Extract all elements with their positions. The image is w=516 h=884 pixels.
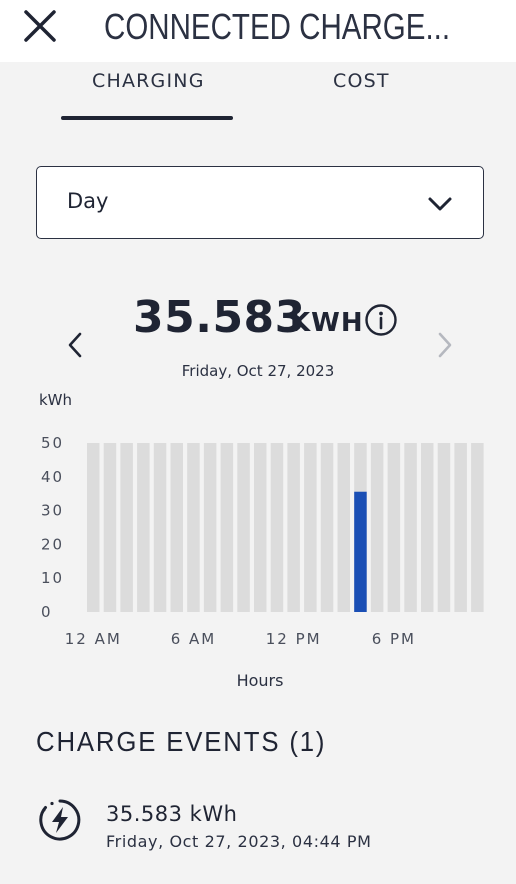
bar-background [153, 443, 167, 612]
chevron-left-icon [68, 332, 82, 358]
x-tick-label: 12 AM [65, 630, 122, 648]
tab-cost[interactable]: COST [333, 70, 390, 92]
energy-bar-chart: 50 40 30 20 10 0 12 AM 6 AM 12 PM 6 PM [41, 434, 484, 648]
bar-background [437, 443, 451, 612]
info-button[interactable] [364, 303, 398, 337]
x-tick-label: 6 PM [372, 630, 416, 648]
y-tick-label: 10 [41, 569, 64, 587]
bar-background [103, 443, 117, 612]
bar-background [320, 443, 334, 612]
charge-event-energy: 35.583 kWh [106, 802, 238, 826]
selected-date: Friday, Oct 27, 2023 [181, 362, 335, 380]
bar-background [304, 443, 317, 612]
charge-event-datetime: Friday, Oct 27, 2023, 04:44 PM [106, 832, 372, 851]
top-bar: CONNECTED CHARGE... [0, 0, 516, 62]
bar-background [454, 443, 467, 612]
y-axis-label: kWh [39, 391, 73, 409]
y-tick-label: 50 [41, 434, 64, 452]
y-tick-label: 20 [41, 535, 64, 553]
total-energy-unit: KWH [290, 308, 364, 338]
bar-background [87, 443, 100, 612]
y-tick-label: 30 [41, 502, 64, 520]
bar-background [370, 443, 384, 612]
y-tick-label: 0 [41, 603, 53, 621]
bar-background [287, 443, 300, 612]
x-axis-label: Hours [236, 671, 284, 690]
next-day-button[interactable] [432, 330, 456, 360]
y-tick-label: 40 [41, 468, 64, 486]
charge-event-item[interactable]: 35.583 kWh Friday, Oct 27, 2023, 04:44 P… [0, 790, 516, 860]
period-select-value: Day [67, 189, 109, 213]
bar-hour-16[interactable] [354, 491, 367, 612]
chevron-right-icon [438, 332, 452, 358]
x-tick-label: 6 AM [171, 630, 217, 648]
bar-background [237, 443, 250, 612]
chevron-down-icon [428, 197, 452, 211]
bar-background [421, 443, 434, 612]
bar-background [404, 443, 417, 612]
period-select[interactable]: Day [36, 166, 484, 239]
charge-events-title: CHARGE EVENTS (1) [36, 726, 327, 757]
bar-background [270, 443, 284, 612]
bar-background [170, 443, 183, 612]
bar-background [137, 443, 150, 612]
bar-background [337, 443, 350, 612]
close-icon [24, 10, 56, 42]
tab-active-indicator [61, 116, 233, 120]
total-energy-value: 35.583 [133, 292, 306, 343]
bar-background [187, 443, 200, 612]
bar-background [203, 443, 217, 612]
info-icon [365, 304, 397, 336]
previous-day-button[interactable] [64, 330, 88, 360]
charging-bolt-icon [39, 799, 81, 841]
bar-background [254, 443, 267, 612]
close-button[interactable] [20, 6, 60, 46]
bar-background [387, 443, 401, 612]
bar-background [120, 443, 133, 612]
bar-background [471, 443, 484, 612]
x-tick-label: 12 PM [266, 630, 322, 648]
bar-background [220, 443, 234, 612]
tab-charging[interactable]: CHARGING [92, 70, 205, 92]
page-title: CONNECTED CHARGE... [104, 6, 451, 47]
